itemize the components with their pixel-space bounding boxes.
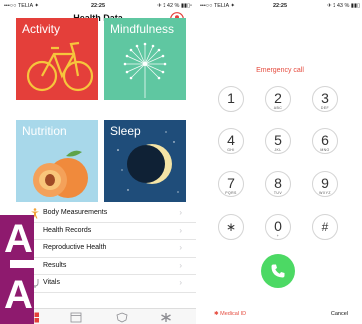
key-digit: 4 (227, 132, 235, 148)
overlay-letter-block: A (0, 268, 34, 324)
key-digit: 0 (274, 218, 282, 234)
list-item-label: Health Records (43, 226, 92, 234)
keypad-key-4[interactable]: 4 GHI (218, 128, 244, 154)
list-item-label: Body Measurements (43, 209, 108, 216)
key-letters: DEF (320, 106, 330, 110)
key-digit: 6 (321, 132, 329, 148)
status-bar: •••○○ TELIA ✦ 22:25 ✈ ⟟ 42 % ▮▮▯▫ (0, 0, 196, 11)
key-letters: JKL (274, 148, 282, 152)
mindfulness-tile[interactable]: Mindfulness (104, 18, 186, 100)
key-digit: 9 (321, 175, 329, 191)
phone-icon (271, 264, 285, 278)
key-digit: ∗ (225, 220, 237, 234)
medical-id-icon[interactable] (160, 312, 172, 323)
keypad-key-8[interactable]: 8 TUV (265, 171, 291, 197)
key-digit: 1 (227, 90, 235, 106)
key-digit: 3 (321, 90, 329, 106)
activity-tile[interactable]: Activity (16, 18, 98, 100)
dandelion-icon (123, 42, 167, 98)
bicycle-icon (26, 41, 94, 92)
chevron-right-icon: › (179, 208, 182, 217)
health-app-screen: •••○○ TELIA ✦ 22:25 ✈ ⟟ 42 % ▮▮▯▫ Health… (0, 0, 196, 324)
key-digit: 2 (274, 90, 282, 106)
key-letters: GHI (227, 148, 235, 152)
sources-icon[interactable] (116, 312, 128, 323)
keypad-key-2[interactable]: 2 ABC (265, 86, 291, 112)
list-item-label: Reproductive Health (43, 244, 107, 251)
nutrition-tile[interactable]: Nutrition (16, 120, 98, 202)
keypad-key-6[interactable]: 6 MNO (312, 128, 338, 154)
chevron-right-icon: › (179, 225, 182, 235)
key-letters: WXYZ (319, 191, 331, 195)
key-letters: TUV (273, 191, 283, 195)
emergency-call-label: Emergency call (256, 67, 304, 74)
key-digit: 7 (227, 175, 235, 191)
keypad-key-hash[interactable]: # (312, 214, 338, 240)
key-digit: 8 (274, 175, 282, 191)
call-button[interactable] (261, 254, 295, 288)
battery-indicator: ✈ ⟟ 43 % ▮▮▯ (327, 3, 360, 9)
battery-indicator: ✈ ⟟ 42 % ▮▮▯▫ (157, 3, 192, 9)
chevron-right-icon: › (179, 260, 182, 270)
overlay-divider (0, 260, 10, 268)
status-bar: •••○○ TELIA ✦ 22:25 ✈ ⟟ 43 % ▮▮▯ (198, 0, 362, 11)
today-icon[interactable] (70, 312, 82, 323)
key-letters: ABC (273, 106, 283, 110)
keypad-key-star[interactable]: ∗ (218, 214, 244, 240)
chevron-right-icon: › (179, 278, 182, 287)
moon-icon (117, 131, 179, 193)
peach-icon (33, 150, 88, 198)
sleep-tile[interactable]: Sleep (104, 120, 186, 202)
keypad-key-1[interactable]: 1 (218, 86, 244, 112)
medical-id-button[interactable]: ✱ Medical ID (214, 311, 246, 317)
keypad-key-9[interactable]: 9 WXYZ (312, 171, 338, 197)
overlay-letter-block: A (0, 215, 34, 260)
key-digit: # (321, 220, 329, 234)
list-item-label: Vitals (43, 279, 60, 286)
keypad-key-7[interactable]: 7 PQRS (218, 171, 244, 197)
key-letters: + (276, 234, 280, 238)
key-letters: MNO (320, 148, 330, 152)
keypad-key-3[interactable]: 3 DEF (312, 86, 338, 112)
key-letters: PQRS (225, 191, 237, 195)
keypad-key-5[interactable]: 5 JKL (265, 128, 291, 154)
emergency-dialer-screen: •••○○ TELIA ✦ 22:25 ✈ ⟟ 43 % ▮▮▯ Emergen… (198, 0, 362, 324)
keypad-key-0[interactable]: 0 + (265, 214, 291, 240)
key-digit: 5 (274, 132, 282, 148)
cancel-button[interactable]: Cancel (331, 311, 348, 317)
list-item-label: Results (43, 261, 67, 269)
chevron-right-icon: › (179, 243, 182, 252)
